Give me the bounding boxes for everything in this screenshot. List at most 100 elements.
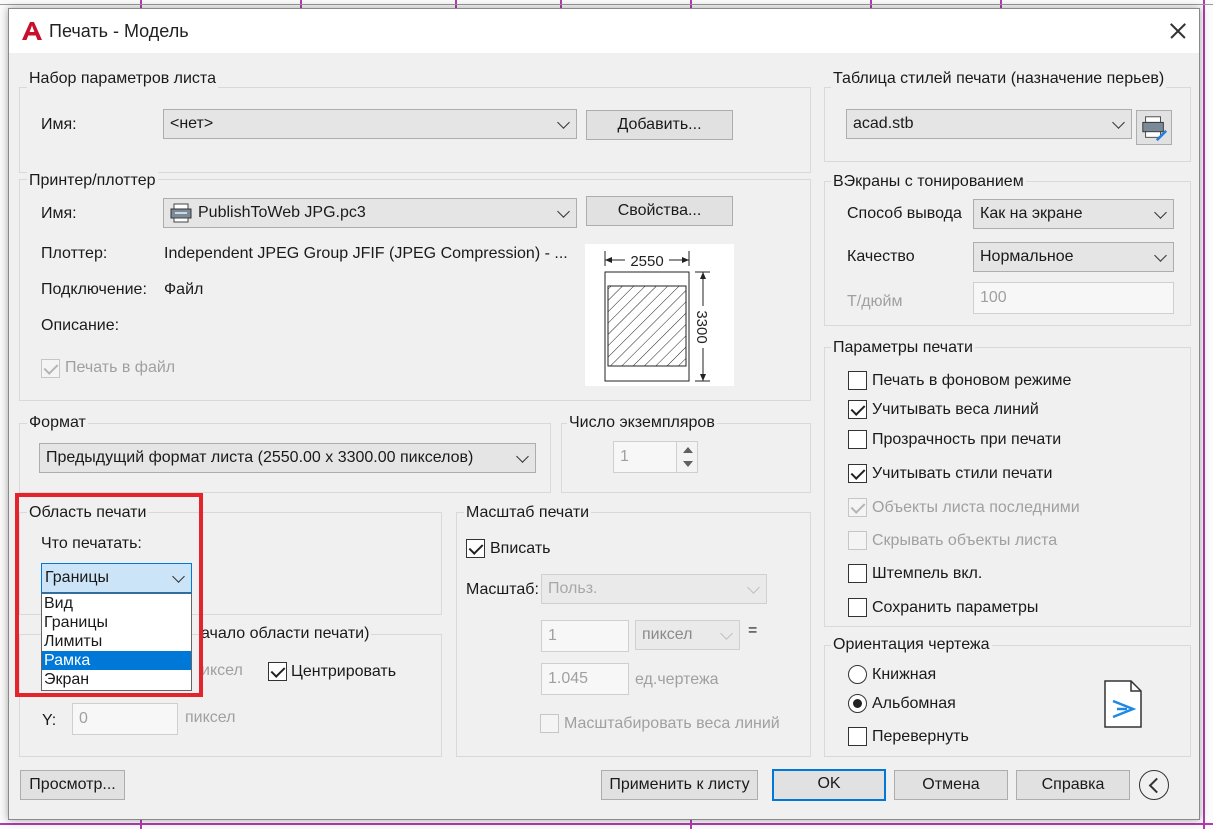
scale-value2-input[interactable]: 1.045	[541, 663, 629, 695]
quality-select[interactable]: Нормальное	[973, 242, 1174, 272]
collapse-options-button[interactable]	[1139, 770, 1169, 800]
plot-scale-legend: Масштаб печати	[464, 504, 592, 522]
chevron-down-icon	[172, 570, 185, 583]
printer-name-value: PublishToWeb JPG.pc3	[198, 204, 366, 221]
spin-up-icon	[683, 447, 693, 453]
description-label: Описание:	[41, 317, 120, 334]
plot-option-label: Учитывать веса линий	[872, 401, 1039, 418]
scale-value1-input[interactable]: 1	[541, 620, 629, 652]
landscape-radio[interactable]	[848, 694, 867, 713]
orientation-legend: Ориентация чертежа	[831, 636, 992, 654]
plot-style-table-select[interactable]: acad.stb	[846, 109, 1132, 139]
what-to-plot-select[interactable]: Границы	[41, 563, 192, 593]
plot-option-checkbox[interactable]	[848, 498, 867, 517]
plot-style-table-legend: Таблица стилей печати (назначение перьев…	[831, 70, 1167, 88]
paper-size-legend: Формат	[27, 414, 88, 432]
title-bar: Печать - Модель	[9, 9, 1199, 53]
cancel-button[interactable]: Отмена	[894, 770, 1008, 800]
chevron-down-icon	[1112, 116, 1125, 129]
paper-size-select[interactable]: Предыдущий формат листа (2550.00 x 3300.…	[39, 443, 536, 473]
spin-down-icon	[683, 461, 693, 467]
properties-button[interactable]: Свойства...	[586, 196, 733, 226]
y-offset-unit: пиксел	[185, 709, 236, 726]
plot-option-checkbox[interactable]	[848, 430, 867, 449]
add-button[interactable]: Добавить...	[586, 110, 733, 140]
upside-down-label: Перевернуть	[872, 728, 969, 745]
x-offset-unit: иксел	[201, 662, 243, 679]
shade-plot-value: Как на экране	[980, 205, 1083, 222]
dropdown-option-display[interactable]: Экран	[42, 670, 191, 689]
scale-select[interactable]: Польз.	[541, 574, 767, 604]
y-offset-input[interactable]: 0	[72, 703, 178, 735]
print-to-file-checkbox[interactable]	[41, 359, 60, 378]
plot-option-checkbox[interactable]	[848, 371, 867, 390]
plot-option-checkbox[interactable]	[848, 531, 867, 550]
plot-option-label: Печать в фоновом режиме	[872, 372, 1072, 389]
quality-label: Качество	[847, 248, 915, 265]
help-button[interactable]: Справка	[1016, 770, 1130, 800]
plot-option-checkbox[interactable]	[848, 598, 867, 617]
shade-plot-select[interactable]: Как на экране	[973, 199, 1174, 229]
print-to-file-label: Печать в файл	[65, 359, 176, 376]
copies-spinner[interactable]	[676, 441, 698, 473]
printer-name-select[interactable]: PublishToWeb JPG.pc3	[163, 198, 577, 228]
plot-style-table-value: acad.stb	[853, 115, 914, 132]
paper-preview: 2550 3300	[585, 244, 734, 386]
fit-to-paper-checkbox[interactable]	[466, 539, 485, 558]
dropdown-option-window[interactable]: Рамка	[42, 651, 191, 670]
chevron-down-icon	[720, 627, 733, 640]
plot-option-label: Учитывать стили печати	[872, 465, 1053, 482]
autocad-logo-icon	[22, 22, 42, 40]
landscape-page-icon	[1104, 680, 1142, 728]
plot-area-legend: Область печати	[27, 504, 149, 522]
plot-option-label: Прозрачность при печати	[872, 431, 1062, 448]
dpi-label: Т/дюйм	[847, 293, 903, 310]
plot-option-checkbox[interactable]	[848, 464, 867, 483]
shade-plot-label: Способ вывода	[847, 205, 962, 222]
apply-to-layout-button[interactable]: Применить к листу	[601, 770, 758, 800]
plot-option-label: Сохранить параметры	[872, 599, 1039, 616]
plot-offset-legend: ачало области печати)	[199, 625, 372, 643]
quality-value: Нормальное	[980, 248, 1074, 265]
landscape-label: Альбомная	[872, 695, 956, 712]
what-to-plot-dropdown: Вид Границы Лимиты Рамка Экран	[41, 593, 192, 691]
plot-style-editor-icon	[1142, 116, 1168, 142]
copies-legend: Число экземпляров	[567, 414, 717, 432]
scale-unit2-label: ед.чертежа	[635, 671, 719, 688]
dropdown-option-view[interactable]: Вид	[42, 594, 191, 613]
chevron-down-icon	[516, 450, 529, 463]
plot-option-label: Скрывать объекты листа	[872, 532, 1058, 549]
page-setup-name-select[interactable]: <нет>	[163, 109, 577, 139]
plot-option-checkbox[interactable]	[848, 564, 867, 583]
y-offset-label: Y:	[42, 712, 57, 729]
edit-plot-style-button[interactable]	[1136, 110, 1172, 145]
paper-size-value: Предыдущий формат листа (2550.00 x 3300.…	[46, 449, 474, 466]
plotter-value: Independent JPEG Group JFIF (JPEG Compre…	[164, 245, 568, 262]
scale-unit1-value: пиксел	[642, 626, 693, 643]
copies-input[interactable]: 1	[613, 441, 677, 473]
plotter-label: Плоттер:	[41, 245, 108, 262]
scale-lineweights-checkbox[interactable]	[540, 714, 559, 733]
plot-option-checkbox[interactable]	[848, 400, 867, 419]
close-button[interactable]	[1159, 13, 1197, 49]
scale-equals: =	[748, 622, 758, 639]
scale-lineweights-label: Масштабировать веса линий	[564, 715, 780, 732]
chevron-down-icon	[557, 116, 570, 129]
upside-down-checkbox[interactable]	[848, 727, 867, 746]
printer-legend: Принтер/плоттер	[27, 172, 158, 190]
portrait-radio[interactable]	[848, 665, 867, 684]
dropdown-option-extents[interactable]: Границы	[42, 613, 191, 632]
plotter-icon	[170, 203, 192, 223]
plot-option-label: Штемпель вкл.	[872, 565, 983, 582]
page-setup-legend: Набор параметров листа	[27, 70, 218, 88]
preview-button[interactable]: Просмотр...	[20, 770, 125, 800]
dpi-input[interactable]: 100	[973, 282, 1174, 314]
scale-unit1-select[interactable]: пиксел	[635, 620, 740, 650]
ok-button[interactable]: OK	[772, 769, 886, 801]
page-setup-name-value: <нет>	[170, 115, 214, 132]
plot-option-label: Объекты листа последними	[872, 499, 1080, 516]
chevron-down-icon	[1154, 206, 1167, 219]
center-plot-checkbox[interactable]	[268, 662, 287, 681]
chevron-down-icon	[1154, 249, 1167, 262]
dropdown-option-limits[interactable]: Лимиты	[42, 632, 191, 651]
